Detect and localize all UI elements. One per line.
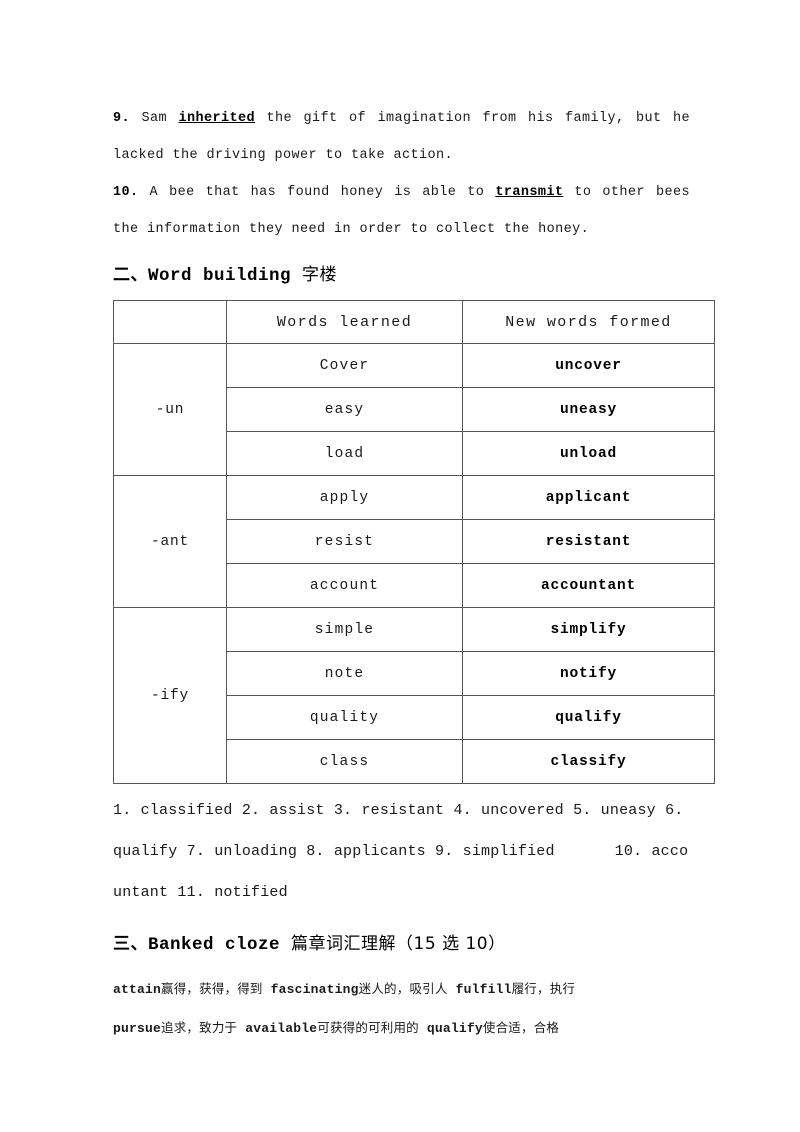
vocabulary-line: attain赢得，获得，得到 fascinating迷人的，吸引人 fulfil… [113,970,690,1009]
table-row: -ant apply applicant [113,475,715,608]
column-header-affix [113,300,227,344]
section-title-en: Word building [148,266,292,286]
word-formed-cell: classify [462,739,715,784]
word-formed-cell: uneasy [462,387,715,432]
word-building-table: Words learned New words formed -un Cover… [113,300,715,784]
document-page: 9. Sam inherited the gift of imagination… [0,0,800,1132]
word-formed-cell: resistant [462,519,715,564]
table-row: -ify simple simplify [113,607,715,784]
vocab-meaning: 使合适，合格 [482,1020,560,1035]
word-formed-cell: applicant [462,475,715,520]
vocabulary-line: pursue追求，致力于 available可获得的可利用的 qualify使合… [113,1009,690,1048]
exercise-item-10: 10. A bee that has found honey is able t… [113,174,690,248]
word-formed-cell: unload [462,431,715,476]
vocab-word: attain [113,982,162,997]
word-learned-cell: easy [226,387,463,432]
word-learned-cell: load [226,431,463,476]
table-header-row: Words learned New words formed [113,300,715,344]
exercise-text-before: Sam [141,111,168,126]
word-learned-cell: simple [226,607,463,652]
section-title-cn: 篇章词汇理解（15 选 10） [291,934,506,954]
table-row: -un Cover uncover [113,343,715,476]
answer-key-part1: 1. classified 2. assist 3. resistant 4. … [113,802,684,860]
word-learned-cell: account [226,563,463,608]
word-learned-cell: apply [226,475,463,520]
vocab-meaning: 赢得，获得，得到 [161,981,263,996]
section-index: 二、 [113,265,148,285]
exercise-keyword: transmit [495,185,564,200]
vocab-meaning: 追求，致力于 [161,1020,238,1035]
vocab-meaning: 履行，执行 [511,981,576,996]
word-learned-cell: Cover [226,343,463,388]
affix-cell-un: -un [113,343,227,476]
word-formed-cell: simplify [462,607,715,652]
page-content: 9. Sam inherited the gift of imagination… [113,100,715,1048]
section-title-en: Banked cloze [148,935,281,955]
vocab-word: available [245,1021,318,1036]
answer-key: 1. classified 2. assist 3. resistant 4. … [113,790,693,913]
word-formed-cell: notify [462,651,715,696]
word-learned-cell: quality [226,695,463,740]
word-learned-cell: note [226,651,463,696]
exercise-number: 9. [113,111,131,126]
word-formed-cell: uncover [462,343,715,388]
section-index: 三、 [113,934,148,954]
word-formed-cell: qualify [462,695,715,740]
exercise-text-before: A bee that has found honey is able to [149,185,485,200]
column-header-new-words-formed: New words formed [462,300,715,344]
affix-cell-ify: -ify [113,607,227,784]
exercise-item-9: 9. Sam inherited the gift of imagination… [113,100,690,174]
word-learned-cell: resist [226,519,463,564]
column-header-words-learned: Words learned [226,300,463,344]
vocab-meaning: 可获得的可利用的 [317,1020,419,1035]
section-heading-banked-cloze: 三、Banked cloze 篇章词汇理解（15 选 10） [113,927,690,962]
word-formed-cell: accountant [462,563,715,608]
section-heading-word-building: 二、Word building 字楼 [113,258,690,293]
vocab-word: qualify [426,1021,483,1036]
vocab-word: fulfill [455,982,512,997]
exercise-number: 10. [113,185,139,200]
vocab-word: fascinating [270,982,359,997]
vocab-word: pursue [113,1021,162,1036]
vocab-meaning: 迷人的，吸引人 [358,981,448,996]
word-learned-cell: class [226,739,463,784]
section-title-cn: 字楼 [302,265,338,285]
exercise-keyword: inherited [178,111,256,126]
affix-cell-ant: -ant [113,475,227,608]
